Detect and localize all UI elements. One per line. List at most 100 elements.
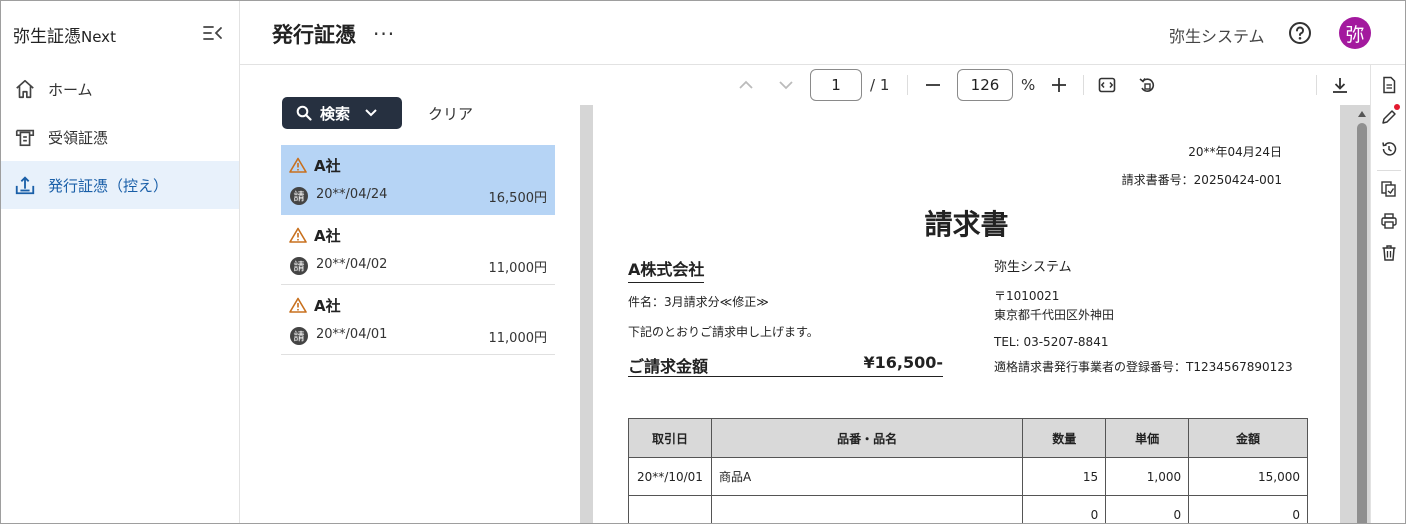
upload-receipt-icon	[13, 173, 37, 197]
sidebar-item-label: ホーム	[48, 80, 93, 99]
sidebar-item-home[interactable]: ホーム	[1, 65, 239, 113]
invoice-title: 請求書	[924, 208, 1009, 241]
list-item[interactable]: A社 請 20**/04/02 11,000円	[281, 215, 555, 285]
document-date: 20**/04/01	[316, 327, 388, 342]
search-button-label: 検索	[320, 104, 351, 123]
brand-name: 弥生証憑	[13, 27, 81, 47]
print-button[interactable]	[1379, 211, 1399, 231]
clear-button[interactable]: クリア	[428, 103, 473, 124]
sidebar-item-issued[interactable]: 発行証憑（控え）	[1, 161, 239, 209]
document-canvas[interactable]: 20**年04月24日 請求書番号：20250424-001 請求書 A株式会社…	[580, 105, 1370, 523]
scroll-up-arrow[interactable]	[1358, 111, 1366, 117]
partner-name: A社	[314, 157, 341, 175]
sidebar-item-label: 受領証憑	[48, 128, 109, 147]
fit-width-icon	[1098, 77, 1116, 93]
search-icon	[296, 105, 312, 121]
plus-icon	[1052, 78, 1066, 92]
column-header: 取引日	[628, 418, 712, 458]
issuer-postal: 〒1010021	[994, 289, 1060, 303]
zoom-unit: %	[1021, 76, 1036, 94]
cell-item: 商品A	[710, 457, 1024, 496]
invoice-items-table: 取引日 品番・品名 数量 単価 金額 20**/10/01 商品A 15 1,0	[628, 418, 1308, 523]
partner-name: A社	[314, 227, 341, 245]
help-button[interactable]	[1288, 21, 1312, 45]
list-item[interactable]: A社 請 20**/04/24 16,500円	[281, 145, 555, 215]
pdf-viewer: / 1 % 20**年04月24日	[580, 65, 1370, 523]
more-options-button[interactable]: ···	[373, 22, 395, 46]
document-list: A社 請 20**/04/24 16,500円 A社 請 20**/04/02 …	[281, 145, 555, 355]
table-row: 20**/10/01 商品A 15 1,000 15,000	[628, 457, 1308, 496]
sidebar-item-received[interactable]: 受領証憑	[1, 113, 239, 161]
toolbar-divider	[1083, 75, 1084, 95]
pencil-icon	[1382, 110, 1396, 124]
sidebar-nav: ホーム 受領証憑 発行証憑（控え）	[1, 65, 239, 209]
app-window: 弥生証憑Next ホーム 受領証憑 発行証憑（控え） 発行証憑 ··· 弥生シス…	[0, 0, 1406, 524]
issuer-address: 東京都千代田区外神田	[994, 308, 1115, 322]
print-icon	[1381, 213, 1397, 229]
issuer-name: 弥生システム	[994, 260, 1072, 275]
chevron-up-icon	[739, 80, 753, 89]
delete-button[interactable]	[1379, 243, 1399, 263]
collapse-menu-icon	[203, 26, 222, 40]
duplicate-button[interactable]	[1379, 179, 1399, 199]
right-tool-rail	[1370, 65, 1405, 523]
warning-icon	[289, 157, 307, 173]
document-list-panel: 検索 クリア A社 請 20**/04/24 16,500円 A社 請 20**…	[240, 65, 580, 523]
download-button[interactable]	[1329, 73, 1351, 97]
edit-button[interactable]	[1379, 104, 1400, 127]
warning-icon	[289, 227, 307, 243]
cell-date	[628, 495, 712, 523]
table-row: 0 0 0	[628, 495, 1308, 523]
header: 発行証憑 ··· 弥生システム 弥	[240, 1, 1405, 65]
page-total: / 1	[870, 76, 890, 94]
sidebar-item-label: 発行証憑（控え）	[48, 176, 169, 195]
invoice-page: 20**年04月24日 請求書番号：20250424-001 請求書 A株式会社…	[593, 105, 1340, 523]
vertical-scrollbar[interactable]	[1356, 109, 1368, 523]
inbox-receipt-icon	[13, 125, 37, 149]
partner-name: A社	[314, 297, 341, 315]
invoice-type-badge: 請	[290, 187, 308, 205]
invoice-date: 20**年04月24日	[1188, 145, 1282, 159]
zoom-out-button[interactable]	[922, 73, 944, 97]
column-header: 品番・品名	[710, 418, 1024, 458]
avatar[interactable]: 弥	[1339, 17, 1371, 49]
document-icon	[1383, 76, 1396, 94]
copy-document-icon	[1381, 181, 1396, 197]
document-date: 20**/04/02	[316, 257, 388, 272]
warning-icon	[289, 297, 307, 313]
document-amount: 16,500円	[488, 191, 548, 206]
cell-item	[710, 495, 1024, 523]
notification-dot	[1394, 104, 1400, 110]
column-header: 金額	[1188, 418, 1308, 458]
page-number-input[interactable]	[810, 69, 862, 101]
invoice-total-label: ご請求金額	[628, 357, 709, 376]
invoice-intro: 下記のとおりご請求申し上げます。	[628, 325, 819, 339]
document-amount: 11,000円	[488, 261, 548, 276]
list-item[interactable]: A社 請 20**/04/01 11,000円	[281, 285, 555, 355]
organization-name[interactable]: 弥生システム	[1169, 23, 1265, 47]
chevron-down-icon	[365, 109, 377, 117]
collapse-sidebar-button[interactable]	[202, 23, 224, 43]
download-icon	[1333, 78, 1347, 93]
trash-icon	[1382, 245, 1396, 261]
document-date: 20**/04/24	[316, 187, 388, 202]
history-button[interactable]	[1379, 139, 1399, 159]
next-page-button[interactable]	[776, 73, 796, 97]
rail-divider	[1377, 170, 1401, 171]
zoom-level-input[interactable]	[957, 69, 1013, 101]
app-brand: 弥生証憑Next	[13, 22, 116, 47]
rotate-button[interactable]	[1136, 73, 1158, 97]
fit-page-button[interactable]	[1096, 73, 1118, 97]
cell-unit-price: 0	[1105, 495, 1190, 523]
sidebar: 弥生証憑Next ホーム 受領証憑 発行証憑（控え）	[1, 1, 240, 523]
minus-icon	[926, 84, 940, 86]
document-details-button[interactable]	[1379, 75, 1399, 95]
invoice-total-value: ¥16,500-	[863, 353, 943, 372]
search-button[interactable]: 検索	[282, 97, 402, 129]
zoom-in-button[interactable]	[1048, 73, 1070, 97]
scrollbar-thumb[interactable]	[1357, 123, 1367, 523]
issuer-tel: TEL: 03-5207-8841	[994, 335, 1109, 349]
chevron-down-icon	[779, 81, 793, 90]
rotate-icon	[1139, 78, 1155, 92]
previous-page-button[interactable]	[736, 73, 756, 97]
